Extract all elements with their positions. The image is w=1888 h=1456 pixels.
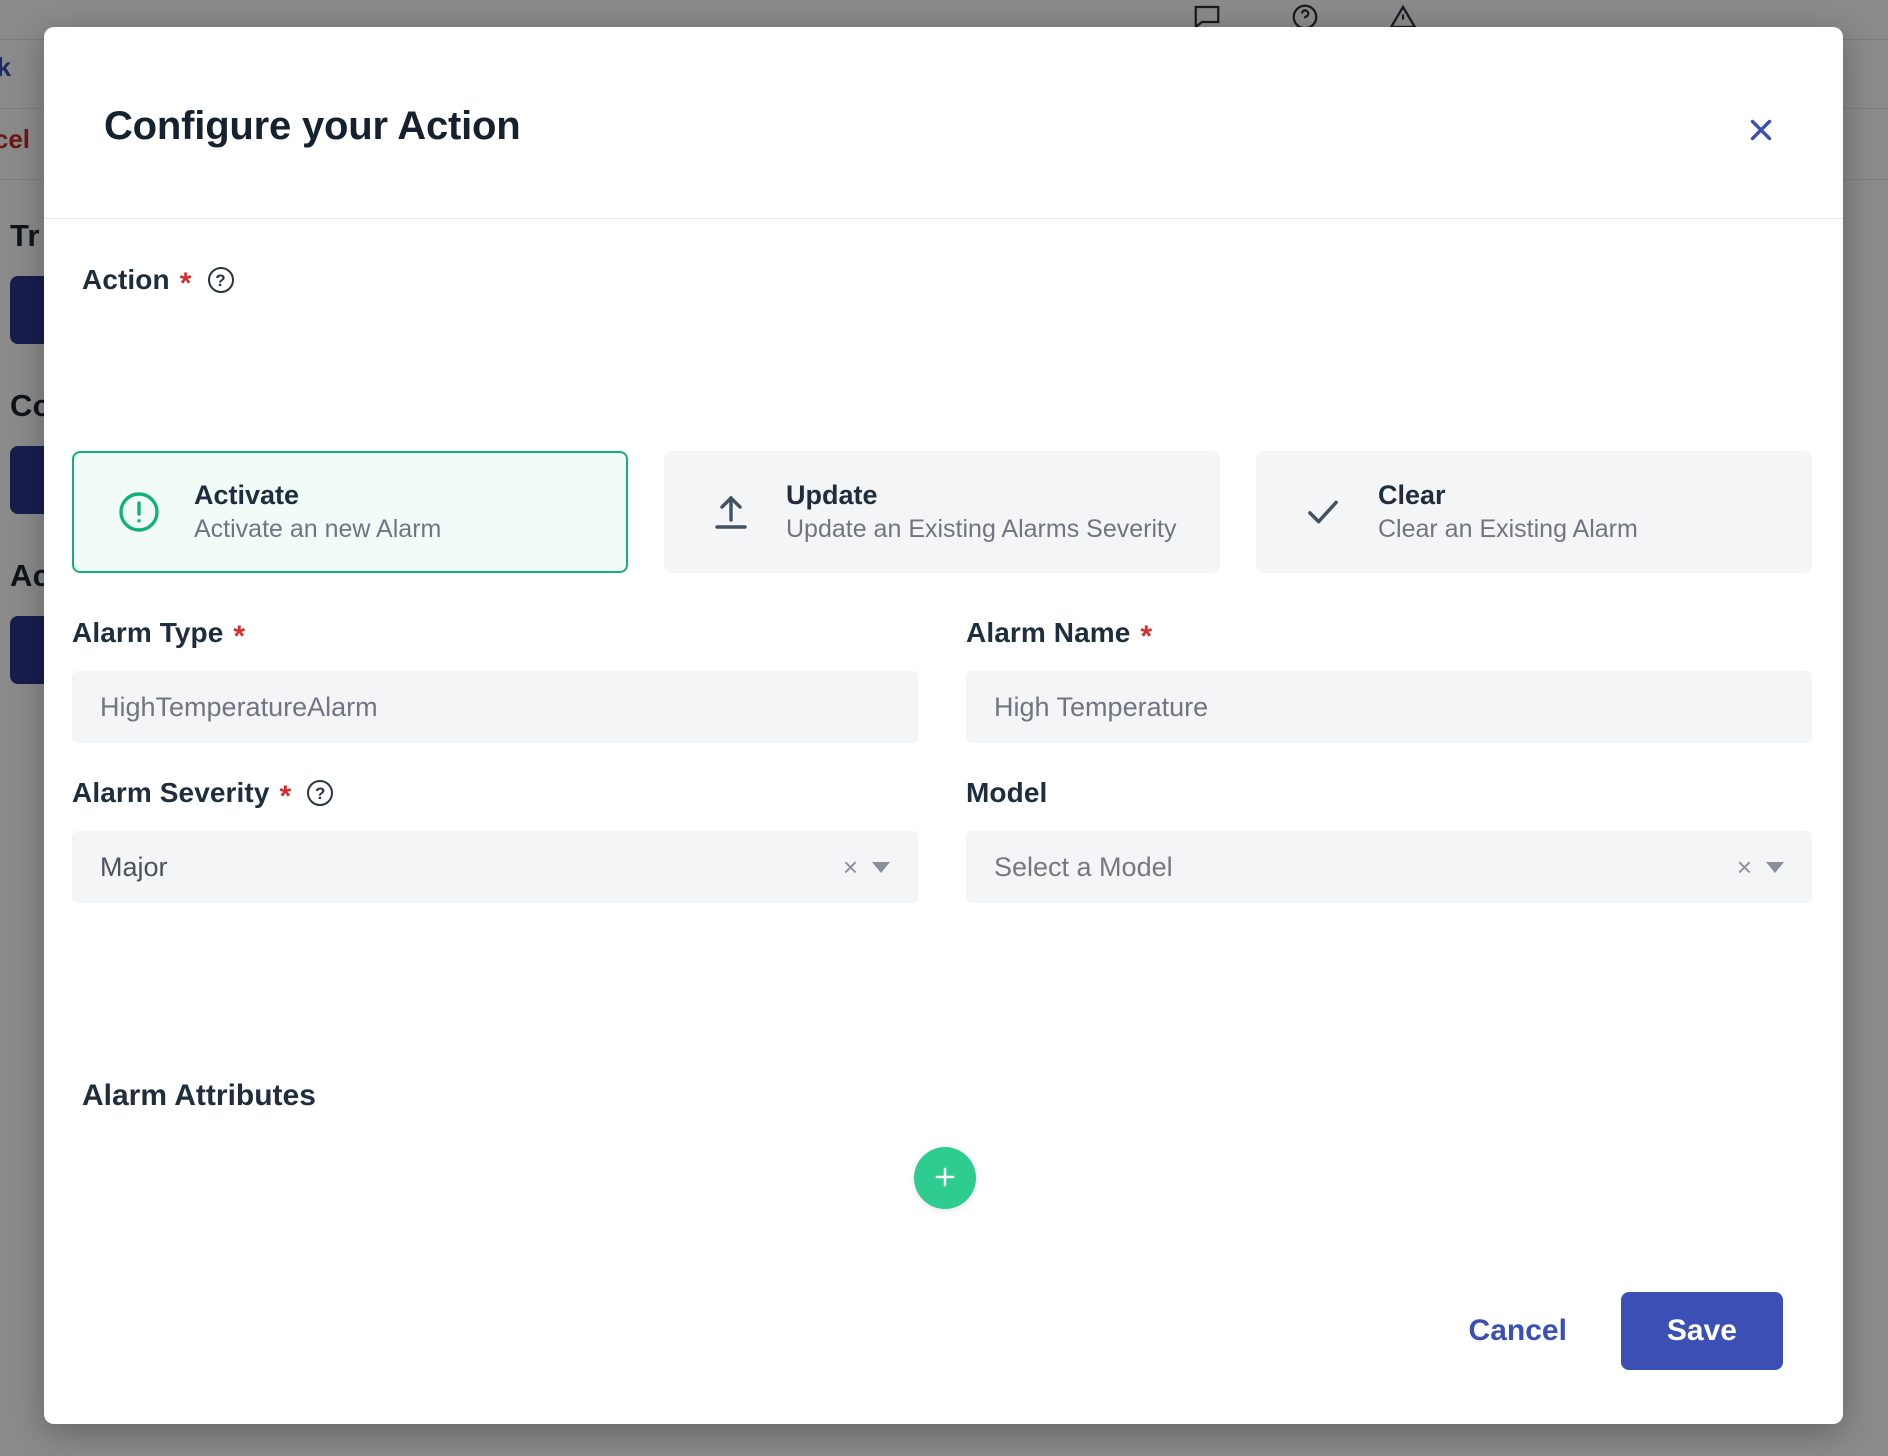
required-asterisk: * bbox=[180, 269, 192, 299]
alarm-severity-label-text: Alarm Severity bbox=[72, 777, 270, 809]
page-title: Configure your Action bbox=[104, 104, 521, 149]
action-field-label: Action * ? bbox=[82, 264, 234, 296]
required-asterisk: * bbox=[1140, 622, 1152, 652]
add-attribute-button[interactable] bbox=[914, 1147, 976, 1209]
upload-arrow-icon bbox=[704, 488, 758, 536]
required-asterisk: * bbox=[233, 622, 245, 652]
check-icon bbox=[1296, 491, 1350, 533]
alarm-type-label-text: Alarm Type bbox=[72, 617, 223, 649]
alarm-name-label-text: Alarm Name bbox=[966, 617, 1130, 649]
model-adornments: × bbox=[1737, 854, 1784, 880]
action-option-title: Clear bbox=[1378, 480, 1638, 511]
plus-icon bbox=[930, 1162, 960, 1195]
cancel-button[interactable]: Cancel bbox=[1451, 1300, 1585, 1362]
alarm-type-label: Alarm Type * bbox=[72, 617, 918, 649]
close-button[interactable] bbox=[1737, 107, 1785, 155]
alarm-type-field: Alarm Type * HighTemperatureAlarm bbox=[72, 617, 918, 743]
dialog-footer: Cancel Save bbox=[44, 1274, 1843, 1424]
configure-action-dialog: Configure your Action Action * ? bbox=[44, 27, 1843, 1424]
action-option-clear[interactable]: Clear Clear an Existing Alarm bbox=[1256, 451, 1812, 573]
chevron-down-icon[interactable] bbox=[1766, 862, 1784, 873]
dialog-body: Action * ? Activate Activate an new Alar… bbox=[44, 219, 1843, 1274]
alarm-name-input[interactable]: High Temperature bbox=[966, 671, 1812, 743]
alarm-name-field: Alarm Name * High Temperature bbox=[966, 617, 1812, 743]
alert-circle-icon bbox=[112, 488, 166, 536]
required-asterisk: * bbox=[280, 782, 292, 812]
alarm-severity-value: Major bbox=[100, 852, 168, 883]
action-option-group: Activate Activate an new Alarm Update Up… bbox=[72, 451, 1812, 573]
fields-grid: Alarm Type * HighTemperatureAlarm Alarm … bbox=[72, 617, 1812, 937]
action-option-title: Activate bbox=[194, 480, 441, 511]
model-field: Model Select a Model × bbox=[966, 777, 1812, 903]
alarm-severity-select[interactable]: Major × bbox=[72, 831, 918, 903]
action-option-description: Clear an Existing Alarm bbox=[1378, 515, 1638, 544]
action-option-title: Update bbox=[786, 480, 1176, 511]
action-option-description: Update an Existing Alarms Severity bbox=[786, 515, 1176, 544]
clear-icon[interactable]: × bbox=[1737, 854, 1752, 880]
model-label: Model bbox=[966, 777, 1812, 809]
alarm-type-input[interactable]: HighTemperatureAlarm bbox=[72, 671, 918, 743]
alarm-severity-field: Alarm Severity * ? Major × bbox=[72, 777, 918, 903]
close-icon bbox=[1744, 113, 1778, 150]
action-option-description: Activate an new Alarm bbox=[194, 515, 441, 544]
model-select[interactable]: Select a Model × bbox=[966, 831, 1812, 903]
alarm-severity-label: Alarm Severity * ? bbox=[72, 777, 918, 809]
alarm-severity-adornments: × bbox=[843, 854, 890, 880]
save-button[interactable]: Save bbox=[1621, 1292, 1783, 1370]
model-label-text: Model bbox=[966, 777, 1047, 809]
model-value: Select a Model bbox=[994, 852, 1173, 883]
chevron-down-icon[interactable] bbox=[872, 862, 890, 873]
dialog-header: Configure your Action bbox=[44, 27, 1843, 219]
action-option-update[interactable]: Update Update an Existing Alarms Severit… bbox=[664, 451, 1220, 573]
help-circle-icon[interactable]: ? bbox=[307, 780, 333, 806]
help-circle-icon[interactable]: ? bbox=[208, 267, 234, 293]
alarm-name-label: Alarm Name * bbox=[966, 617, 1812, 649]
action-label-text: Action bbox=[82, 264, 170, 296]
action-option-activate[interactable]: Activate Activate an new Alarm bbox=[72, 451, 628, 573]
alarm-attributes-title: Alarm Attributes bbox=[82, 1079, 316, 1113]
clear-icon[interactable]: × bbox=[843, 854, 858, 880]
